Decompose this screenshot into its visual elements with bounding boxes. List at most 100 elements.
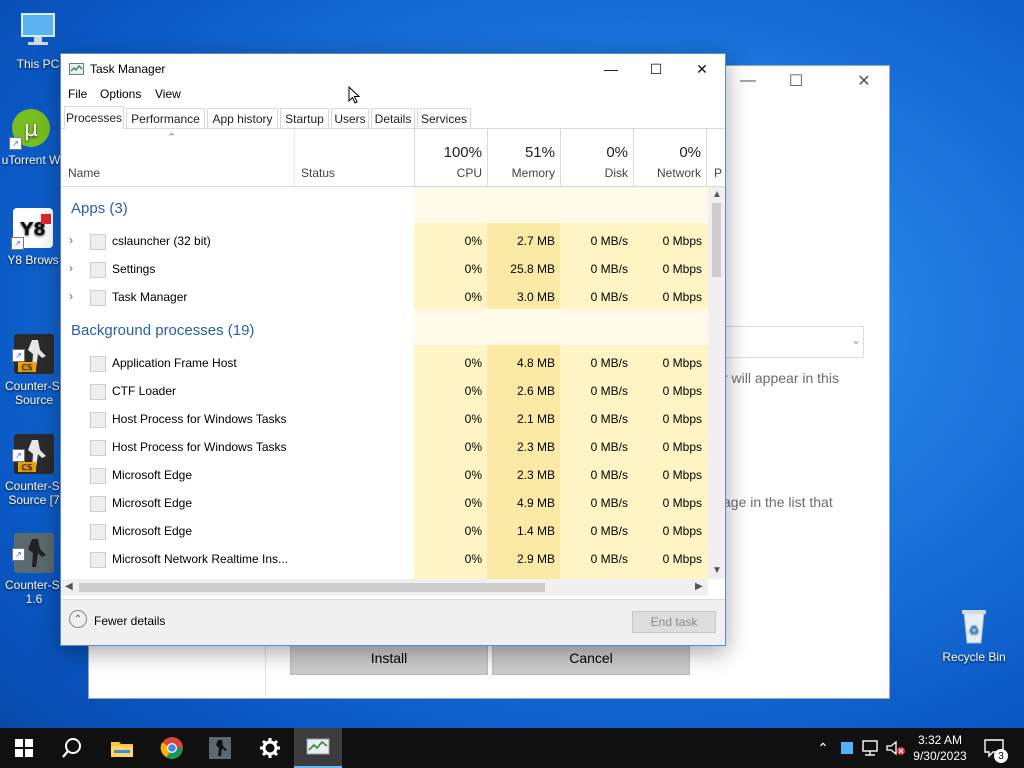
column-power[interactable]: P xyxy=(706,129,725,186)
process-icon xyxy=(90,290,106,306)
utorrent-icon: µ ↗ xyxy=(9,106,53,150)
power-label: P xyxy=(714,166,723,180)
scroll-up-icon[interactable]: ▲ xyxy=(712,189,722,200)
tray-app-icon[interactable] xyxy=(836,728,858,768)
memory-value: 4.9 MB xyxy=(516,496,555,510)
tab-performance[interactable]: Performance xyxy=(126,108,205,128)
close-button[interactable]: ✕ xyxy=(841,66,887,96)
start-button[interactable] xyxy=(0,728,48,768)
tab-services[interactable]: Services xyxy=(417,108,471,128)
recycle-bin-icon: ♻ xyxy=(952,603,996,647)
chevron-right-icon[interactable]: › xyxy=(69,289,73,303)
svg-text:♻: ♻ xyxy=(969,623,980,637)
network-value: 0 Mbps xyxy=(662,468,702,482)
horizontal-scrollbar[interactable]: ◀ ▶ xyxy=(61,579,708,596)
fewer-details-link[interactable]: Fewer details xyxy=(94,614,165,628)
task-manager-icon xyxy=(306,738,330,755)
desktop-icon-recycle-bin[interactable]: ♻ Recycle Bin xyxy=(938,603,1010,664)
scroll-right-icon[interactable]: ▶ xyxy=(695,581,703,592)
menu-options[interactable]: Options xyxy=(100,87,141,101)
table-row[interactable]: Host Process for Windows Tasks 0% 2.3 MB… xyxy=(61,433,708,461)
taskbar-chrome[interactable] xyxy=(148,728,196,768)
tab-users[interactable]: Users xyxy=(331,108,369,128)
maximize-button[interactable]: ☐ xyxy=(773,66,819,96)
clock[interactable]: 3:32 AM 9/30/2023 xyxy=(910,728,970,768)
tab-details[interactable]: Details xyxy=(371,108,415,128)
group-apps[interactable]: Apps (3) xyxy=(71,200,128,217)
chevron-up-circle-icon[interactable]: ⌃ xyxy=(69,610,87,628)
folder-icon xyxy=(111,742,133,757)
column-cpu[interactable]: 100% CPU xyxy=(414,129,488,186)
scrollbar-thumb[interactable] xyxy=(712,203,721,277)
column-disk[interactable]: 0% Disk xyxy=(560,129,634,186)
close-button[interactable]: ✕ xyxy=(679,54,725,84)
table-row[interactable]: Microsoft Edge 0% 4.9 MB 0 MB/s 0 Mbps xyxy=(61,489,708,517)
table-row[interactable]: CTF Loader 0% 2.6 MB 0 MB/s 0 Mbps xyxy=(61,377,708,405)
tab-startup[interactable]: Startup xyxy=(280,108,329,128)
svg-text:µ: µ xyxy=(24,117,38,142)
network-value: 0 Mbps xyxy=(662,552,702,566)
group-header-bg xyxy=(414,309,708,345)
group-background-processes[interactable]: Background processes (19) xyxy=(71,322,254,339)
vertical-scrollbar[interactable]: ▲ ▼ xyxy=(708,187,725,579)
network-value: 0 Mbps xyxy=(662,412,702,426)
desktop-icon-utorrent[interactable]: µ ↗ uTorrent W xyxy=(0,106,66,167)
taskbar-task-manager[interactable] xyxy=(294,728,342,768)
counter-strike-icon: ↗ xyxy=(12,517,56,573)
table-row[interactable]: › Settings 0% 25.8 MB 0 MB/s 0 Mbps xyxy=(61,255,708,283)
table-row[interactable]: Microsoft Edge 0% 1.4 MB 0 MB/s 0 Mbps xyxy=(61,517,708,545)
chevron-right-icon[interactable]: › xyxy=(69,261,73,275)
scroll-left-icon[interactable]: ◀ xyxy=(65,581,73,592)
disk-label: Disk xyxy=(604,166,628,180)
network-value: 0 Mbps xyxy=(662,234,702,248)
search-button[interactable] xyxy=(48,728,96,768)
taskbar-counter-strike[interactable] xyxy=(196,728,244,768)
maximize-button[interactable]: ☐ xyxy=(633,54,679,84)
minimize-button[interactable]: — xyxy=(588,54,634,84)
menu-view[interactable]: View xyxy=(155,87,181,101)
disk-value: 0 MB/s xyxy=(590,384,628,398)
table-row[interactable]: Microsoft Edge 0% 2.3 MB 0 MB/s 0 Mbps xyxy=(61,461,708,489)
tab-app-history[interactable]: App history xyxy=(207,108,278,128)
process-name: Host Process for Windows Tasks xyxy=(112,412,287,426)
cpu-value: 0% xyxy=(464,440,482,454)
table-row[interactable]: Application Frame Host 0% 4.8 MB 0 MB/s … xyxy=(61,349,708,377)
disk-value: 0 MB/s xyxy=(590,552,628,566)
process-icon xyxy=(90,524,106,540)
taskbar: ⌃ 3:32 AM 9/30/2023 3 xyxy=(0,728,1024,768)
cpu-value: 0% xyxy=(464,384,482,398)
tab-bar: Processes Performance App history Startu… xyxy=(61,106,725,129)
memory-value: 2.7 MB xyxy=(516,234,555,248)
menu-file[interactable]: File xyxy=(68,87,87,101)
scrollbar-thumb[interactable] xyxy=(79,583,545,592)
title-bar[interactable]: Task Manager — ☐ ✕ xyxy=(61,54,725,84)
scroll-down-icon[interactable]: ▼ xyxy=(712,565,722,576)
end-task-button[interactable]: End task xyxy=(632,611,716,633)
column-network[interactable]: 0% Network xyxy=(633,129,707,186)
table-row[interactable]: › cslauncher (32 bit) 0% 2.7 MB 0 MB/s 0… xyxy=(61,227,708,255)
column-memory[interactable]: 51% Memory xyxy=(487,129,561,186)
table-row[interactable]: › Task Manager 0% 3.0 MB 0 MB/s 0 Mbps xyxy=(61,283,708,311)
status-label[interactable]: Status xyxy=(301,166,335,180)
desktop-icon-y8[interactable]: Y8 ↗ Y8 Brows xyxy=(0,206,68,267)
minimize-button[interactable]: — xyxy=(725,66,771,96)
table-row[interactable]: Host Process for Windows Tasks 0% 2.1 MB… xyxy=(61,405,708,433)
counter-strike-icon: CS ↗ xyxy=(12,318,56,374)
select-box[interactable]: ⌄ xyxy=(711,326,864,358)
show-hidden-icons-button[interactable]: ⌃ xyxy=(812,728,834,768)
cancel-button[interactable]: Cancel xyxy=(492,641,690,675)
info-text: age in the list that xyxy=(723,494,833,510)
chevron-right-icon[interactable]: › xyxy=(69,233,73,247)
taskbar-settings[interactable] xyxy=(246,728,294,768)
network-button[interactable] xyxy=(860,728,882,768)
volume-muted-icon xyxy=(886,740,905,756)
process-name: Microsoft Network Realtime Ins... xyxy=(112,552,289,566)
process-icon xyxy=(90,384,106,400)
column-name[interactable]: Name xyxy=(68,166,100,180)
table-row[interactable]: Microsoft Network Realtime Ins... 0% 2.9… xyxy=(61,545,708,573)
tab-processes[interactable]: Processes xyxy=(64,106,124,129)
volume-button[interactable] xyxy=(884,728,908,768)
taskbar-file-explorer[interactable] xyxy=(98,728,146,768)
notification-center-button[interactable]: 3 xyxy=(980,728,1008,768)
install-button[interactable]: Install xyxy=(290,641,488,675)
